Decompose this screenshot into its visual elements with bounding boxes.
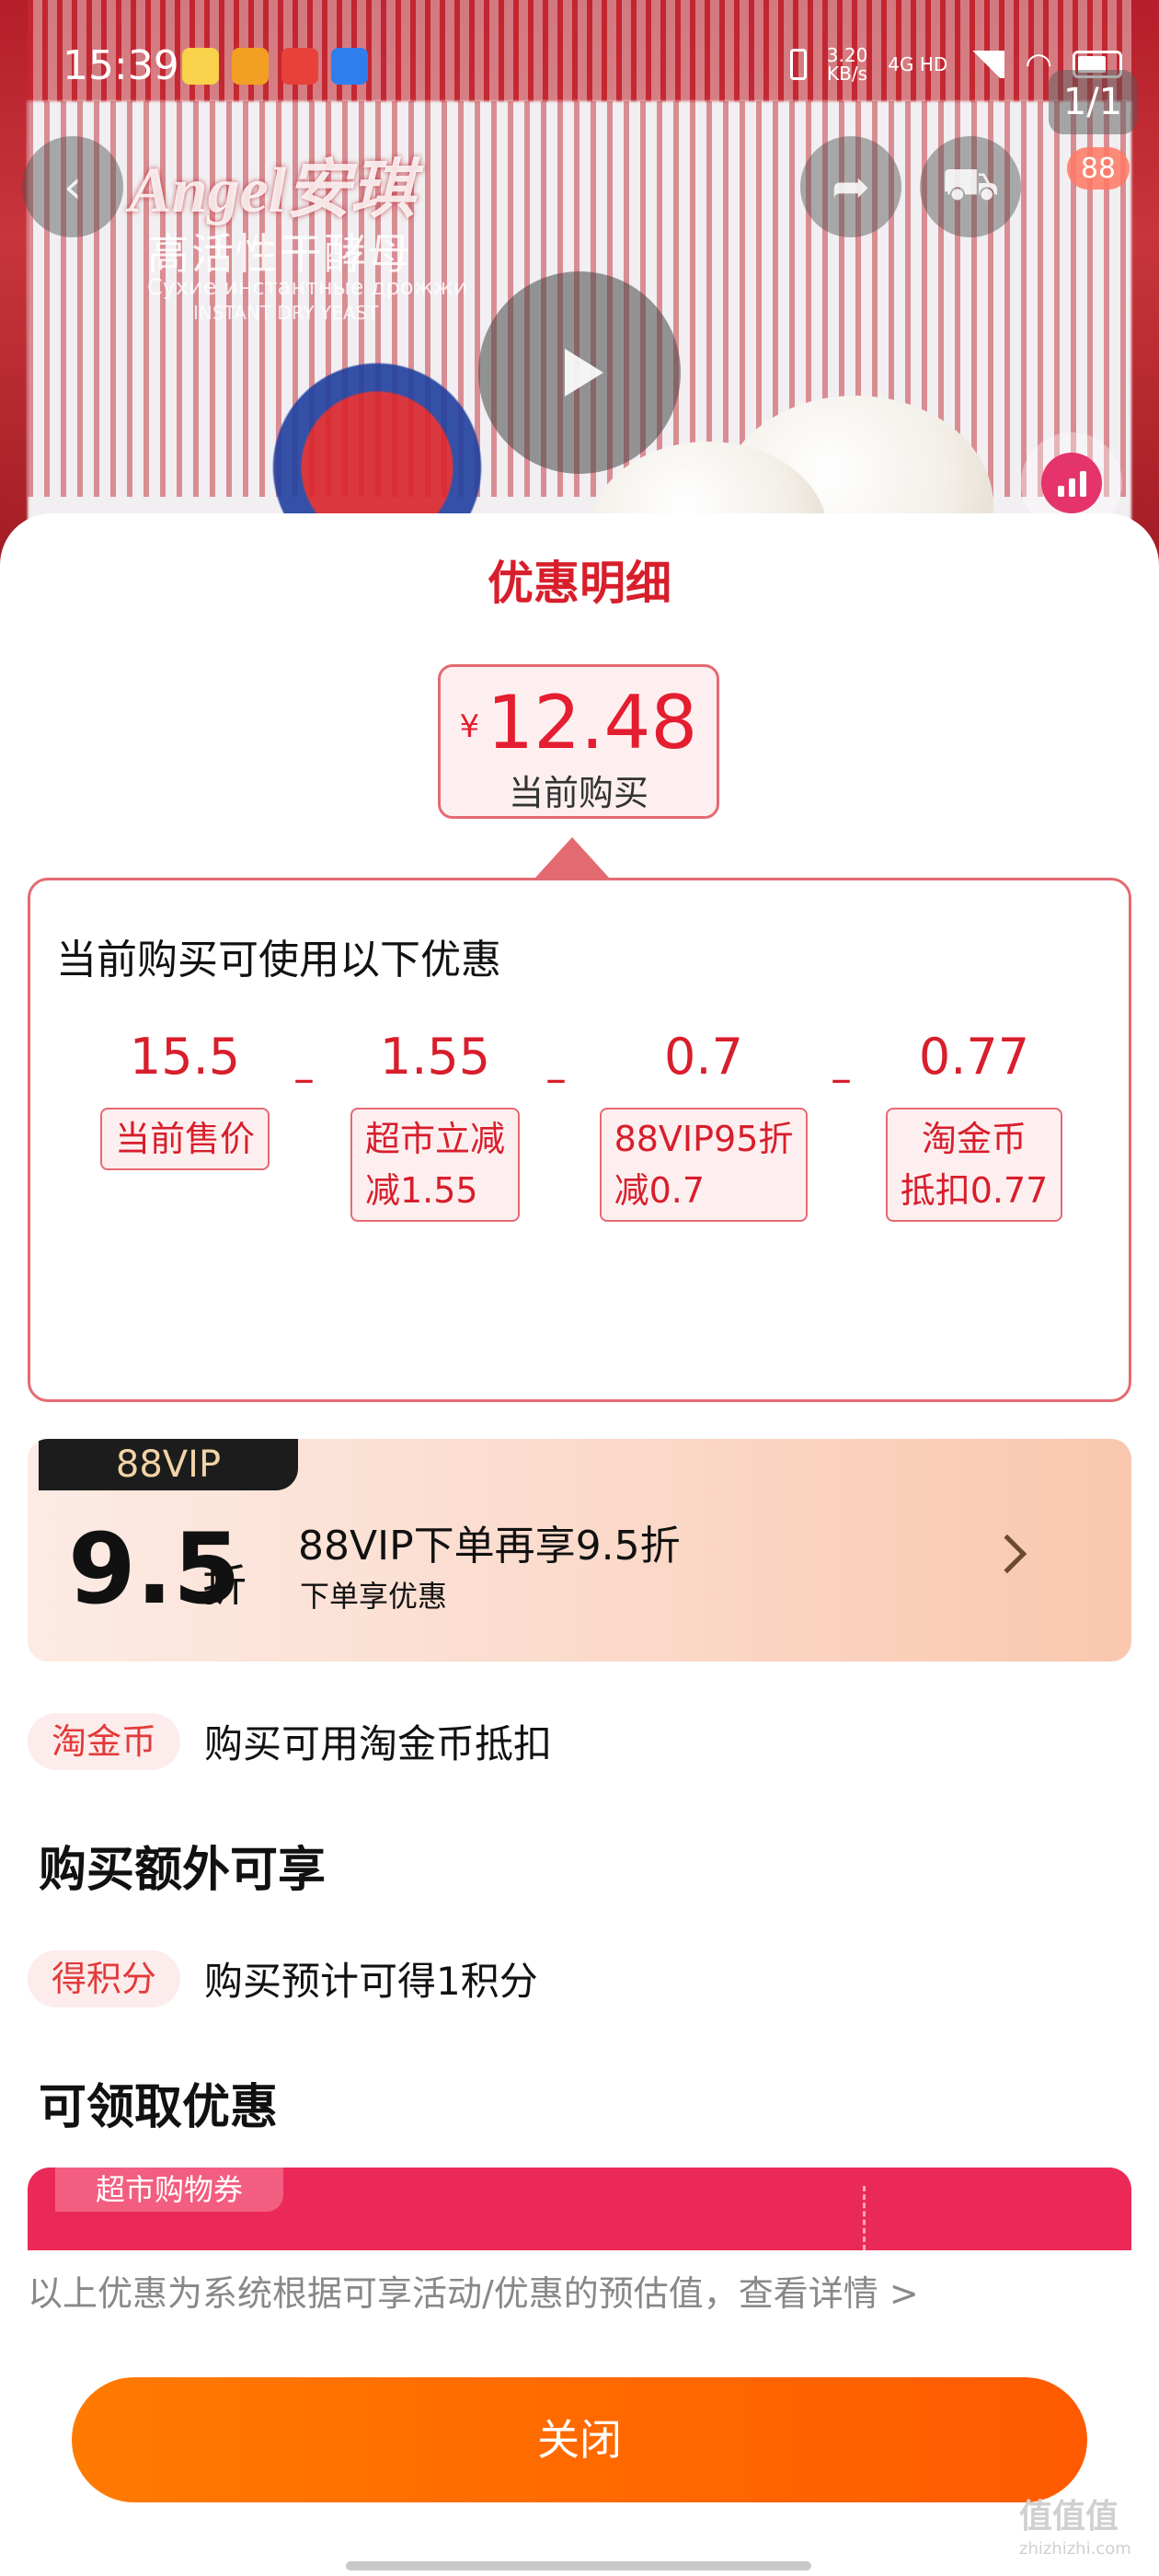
product-name: 高活性干酵母 <box>147 229 412 279</box>
weibo-icon <box>232 48 269 85</box>
status-notification-icons <box>182 48 368 85</box>
points-pill: 得积分 <box>28 1950 181 2007</box>
product-name-en: INSTANT DRY YEAST <box>193 302 379 324</box>
taojinbi-text: 购买可用淘金币抵扣 <box>204 1721 553 1766</box>
watermark-url: zhizhizhi.com <box>1019 2539 1131 2559</box>
cart-button[interactable]: ⛟ <box>920 136 1021 237</box>
breakdown-title: 当前购买可使用以下优惠 <box>56 937 501 983</box>
vip-subtitle: 下单享优惠 <box>300 1579 448 1614</box>
taojinbi-pill: 淘金币 <box>28 1713 181 1770</box>
discount-detail-sheet: 优惠明细 ¥12.48 当前购买 当前购买可使用以下优惠 15.5 当前售价 –… <box>0 513 1159 2576</box>
breakdown-tag-sub: 减1.55 <box>364 1170 478 1211</box>
breakdown-tag: 淘金币 抵扣0.77 <box>885 1108 1063 1222</box>
breakdown-tag-label: 当前售价 <box>114 1119 255 1159</box>
breakdown-item-88vip: 0.7 88VIP95折 减0.7 <box>593 1028 814 1222</box>
back-button[interactable]: ‹ <box>22 136 123 237</box>
breakdown-tag: 88VIP95折 减0.7 <box>599 1108 809 1222</box>
share-icon: ➦ <box>832 160 870 213</box>
network-speed: 3.20 KB/s <box>827 46 868 83</box>
wifi-icon: ◠ <box>1025 46 1052 83</box>
app-notification-icon <box>182 48 219 85</box>
status-bar: 15:39 3.20 KB/s 4G HD ◠ <box>0 0 1159 129</box>
vibrate-icon <box>789 49 807 80</box>
play-icon <box>565 349 603 397</box>
watermark-logo: 值值值 <box>1019 2498 1119 2536</box>
breakdown-tag-label: 88VIP95折 <box>614 1119 794 1159</box>
close-button[interactable]: 关闭 <box>72 2377 1087 2502</box>
brand-logo-text: Angel安琪 <box>129 155 416 226</box>
breakdown-tag: 超市立减 减1.55 <box>350 1108 520 1222</box>
share-button[interactable]: ➦ <box>800 136 901 237</box>
video-play-button[interactable] <box>478 271 681 474</box>
home-indicator[interactable] <box>346 2561 811 2570</box>
extra-benefits-heading: 购买额外可享 <box>39 1843 327 1898</box>
vip-discount-unit: 折 <box>202 1560 247 1612</box>
breakdown-value: 15.5 <box>129 1028 241 1086</box>
minus-operator: – <box>831 1053 852 1103</box>
vip-discount-card[interactable]: 88VIP 9.5 折 88VIP下单再享9.5折 下单享优惠 <box>28 1439 1131 1662</box>
app-notification-icon <box>331 48 368 85</box>
supermarket-coupon[interactable]: 超市购物券 <box>28 2168 1131 2250</box>
price-value: 12.48 <box>487 680 698 765</box>
net-speed-value: 3.20 <box>826 44 868 66</box>
cart-icon: ⛟ <box>941 156 1000 211</box>
price-caption: 当前购买 <box>508 773 648 813</box>
points-text: 购买预计可得1积分 <box>204 1959 538 2004</box>
cart-count-badge: 88 <box>1067 147 1130 190</box>
breakdown-value: 0.77 <box>918 1028 1030 1086</box>
signal-icon <box>968 51 1005 78</box>
minus-operator: – <box>545 1053 567 1103</box>
sheet-title: 优惠明细 <box>488 557 671 610</box>
breakdown-item-sale-price: 15.5 当前售价 <box>93 1028 277 1170</box>
breakdown-tag: 当前售价 <box>99 1108 270 1170</box>
bar-chart-icon <box>1041 453 1102 513</box>
breakdown-tag-label: 超市立减 <box>364 1119 505 1159</box>
breakdown-value: 1.55 <box>379 1028 491 1086</box>
app-notification-icon <box>281 48 318 85</box>
current-price: ¥12.48 <box>441 680 717 765</box>
claimable-heading: 可领取优惠 <box>39 2080 279 2135</box>
breakdown-value: 0.7 <box>664 1028 743 1086</box>
chevron-right-icon <box>987 1534 1027 1574</box>
coupon-divider <box>863 2186 866 2250</box>
breakdown-item-supermarket: 1.55 超市立减 减1.55 <box>343 1028 527 1222</box>
vip-badge: 88VIP <box>39 1439 298 1490</box>
discount-breakdown-panel: 当前购买可使用以下优惠 15.5 当前售价 – 1.55 超市立减 减1.55 … <box>28 878 1131 1402</box>
current-price-box: ¥12.48 当前购买 <box>438 664 719 819</box>
breakdown-pointer <box>535 837 609 878</box>
product-name-ru: Сухие инстантные дрожжи <box>147 274 468 300</box>
media-page-indicator: 1/1 <box>1049 70 1137 134</box>
vip-title: 88VIP下单再享9.5折 <box>298 1523 681 1570</box>
status-time: 15:39 <box>63 42 179 89</box>
currency-symbol: ¥ <box>459 708 480 745</box>
breakdown-tag-sub: 抵扣0.77 <box>900 1170 1049 1211</box>
network-type: 4G HD <box>888 53 948 75</box>
chevron-left-icon: ‹ <box>63 160 82 213</box>
breakdown-item-taojinbi: 0.77 淘金币 抵扣0.77 <box>877 1028 1072 1222</box>
breakdown-tag-sub: 减0.7 <box>614 1170 706 1211</box>
disclaimer-link[interactable]: 以上优惠为系统根据可享活动/优惠的预估值，查看详情 > <box>28 2265 919 2316</box>
coupon-tag: 超市购物券 <box>55 2168 283 2212</box>
minus-operator: – <box>293 1053 315 1103</box>
breakdown-tag-label: 淘金币 <box>921 1119 1027 1159</box>
net-speed-unit: KB/s <box>827 63 868 85</box>
